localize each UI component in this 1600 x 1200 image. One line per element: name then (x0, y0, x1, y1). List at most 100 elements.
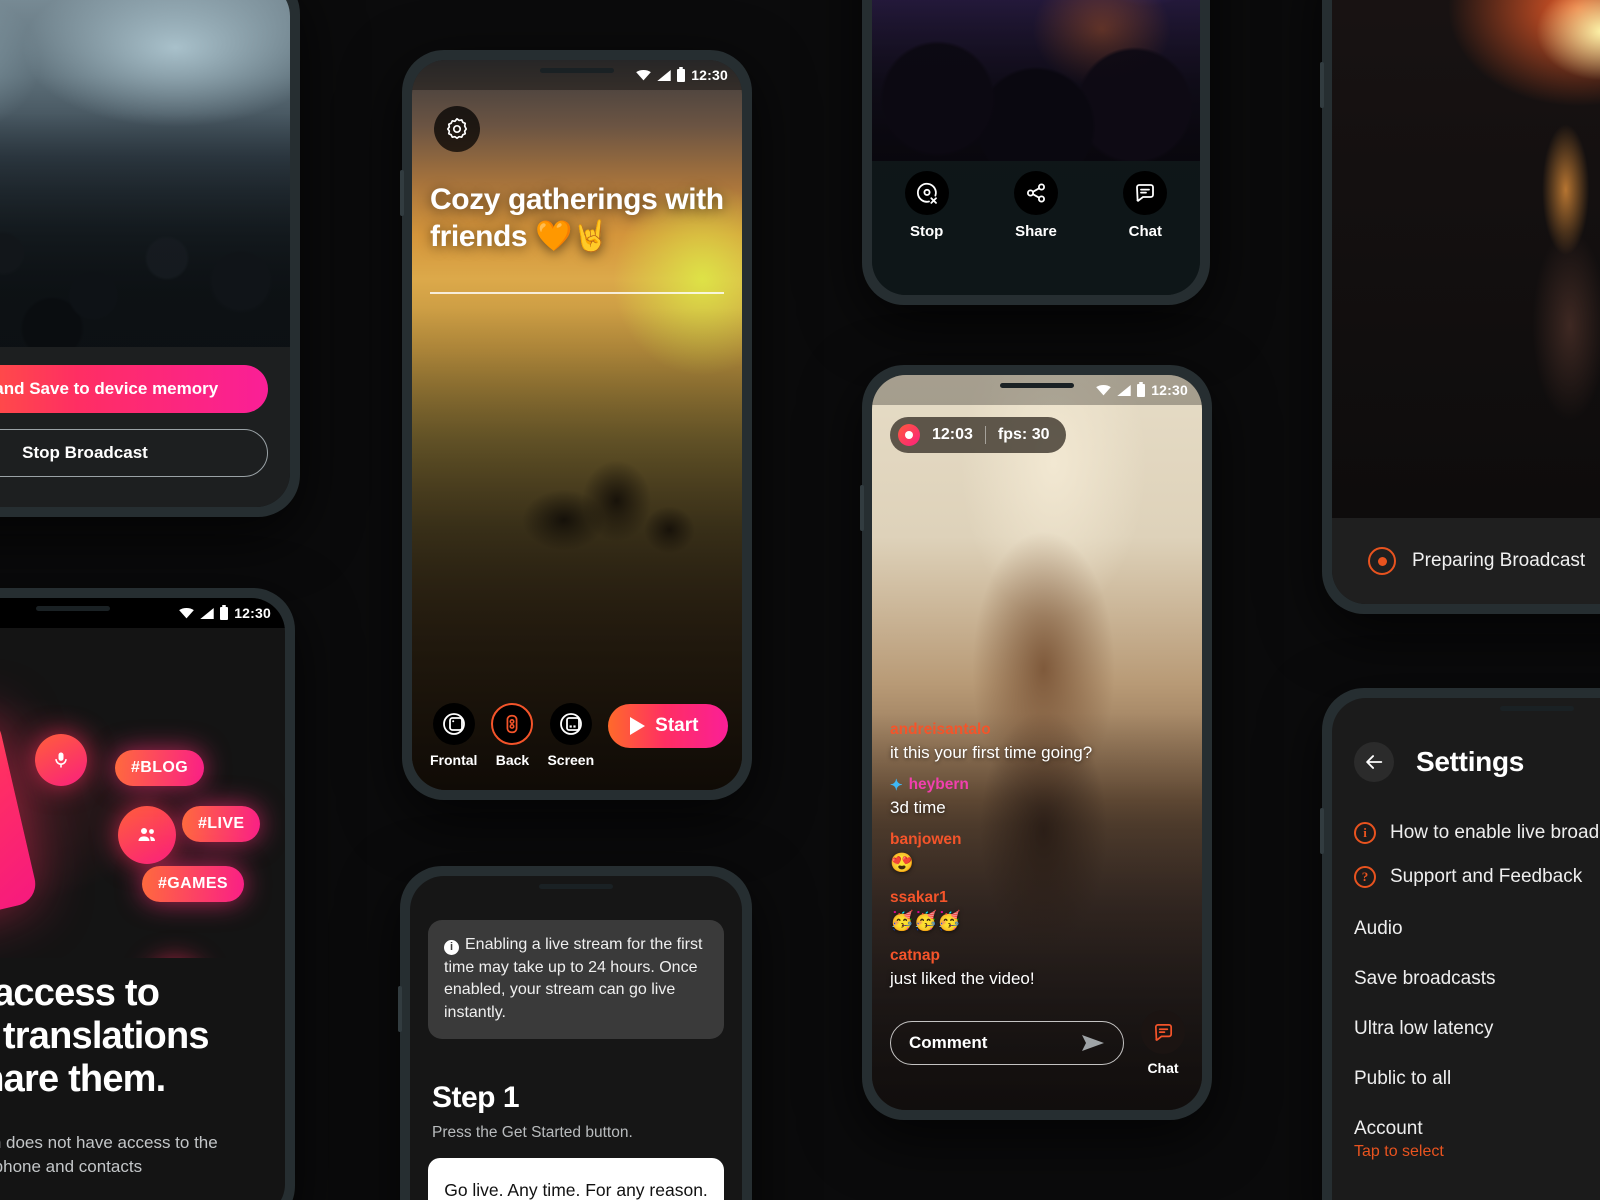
youtube-promo-card: Go live. Any time. For any reason. YouTu… (428, 1157, 724, 1200)
settings-link-how-to-enable[interactable]: i How to enable live broadcast (1354, 822, 1600, 844)
people-icon-bubble (118, 806, 176, 864)
camera-controls: Frontal Back Screen Start (412, 703, 742, 768)
stop-broadcast-button[interactable]: Stop Broadcast (0, 429, 268, 477)
settings-gear-button[interactable] (434, 106, 480, 152)
camera-option-label: Frontal (430, 752, 478, 768)
step-title: Step 1 (432, 1080, 520, 1114)
live-action-chat[interactable]: Chat (1112, 170, 1178, 240)
settings-row-audio[interactable]: Audio (1354, 918, 1600, 940)
share-icon (1013, 170, 1058, 215)
earpiece-speaker (1500, 705, 1574, 711)
stop-broadcast-actions: Stop and Save to device memory Stop Broa… (0, 347, 290, 507)
earpiece-speaker (539, 883, 613, 889)
camera-frontal-icon (432, 703, 475, 745)
screen-live-actions: Stop Share Chat (872, 0, 1200, 295)
notch-bar (410, 876, 742, 896)
chat-message: andreisantalo it this your first time go… (890, 721, 1184, 763)
camera-back-icon (491, 703, 534, 745)
settings-link-support[interactable]: ? Support and Feedback (1354, 866, 1600, 888)
concert-gradient (872, 0, 1200, 161)
chat-text: 😍 (890, 853, 914, 875)
screen-go-live: 12:30 Cozy gatherings with friends 🧡🤘 Fr… (412, 60, 742, 790)
chat-text: 🥳🥳🥳 (890, 911, 961, 932)
record-dot-icon (898, 424, 920, 446)
screen-live-chat: 12:30 12:03 fps: 30 andreisantalo it thi… (872, 375, 1202, 1110)
play-icon (630, 717, 646, 735)
permissions-copy: Allow access to create translations and … (0, 958, 285, 1180)
camera-option-label: Back (495, 752, 530, 768)
chat-message: catnap just liked the video! (890, 947, 1184, 989)
camera-option-screen[interactable]: Screen (547, 703, 594, 768)
phone-stop-broadcast: Stop and Save to device memory Stop Broa… (0, 0, 300, 517)
chat-username[interactable]: ssakar1 (890, 889, 1184, 907)
chat-toggle-button[interactable]: Chat (1136, 1010, 1190, 1076)
live-action-bar: Stop Share Chat (872, 160, 1200, 295)
phone-onboarding-step: i Enabling a live stream for the first ti… (398, 866, 752, 1200)
sunset-photo-image (412, 60, 742, 790)
step-subtitle: Press the Get Started button. (432, 1123, 633, 1141)
chat-username[interactable]: catnap (890, 947, 1184, 965)
settings-title: Settings (1416, 746, 1525, 777)
phone-go-live: 12:30 Cozy gatherings with friends 🧡🤘 Fr… (400, 50, 752, 800)
info-note: i Enabling a live stream for the first ti… (428, 920, 724, 1039)
screen-share-icon (549, 703, 592, 745)
camera-option-frontal[interactable]: Frontal (430, 703, 477, 768)
tag-live[interactable]: #LIVE (182, 806, 261, 842)
chat-message: ssakar1 🥳🥳🥳 (890, 889, 1184, 934)
settings-row-save-broadcasts[interactable]: Save broadcasts (1354, 968, 1600, 990)
permissions-heading: Allow access to create translations and … (0, 972, 210, 1100)
phone-preparing-broadcast: Preparing Broadcast (1320, 0, 1600, 614)
send-icon[interactable] (1081, 1033, 1105, 1053)
arrow-left-icon (1366, 755, 1383, 769)
start-broadcast-button[interactable]: Start (608, 704, 729, 748)
live-action-label: Chat (1128, 222, 1162, 240)
microphone-icon (55, 752, 67, 768)
stop-broadcast-photo (0, 0, 290, 347)
camera-option-back[interactable]: Back (491, 703, 534, 768)
notch-bar (412, 60, 742, 80)
tag-blog[interactable]: #BLOG (115, 750, 205, 786)
comment-placeholder: Comment (909, 1033, 988, 1052)
screen-preparing-broadcast: Preparing Broadcast (1332, 0, 1600, 604)
chat-text: just liked the video! (890, 968, 1035, 988)
earpiece-speaker (1000, 382, 1074, 388)
broadcast-title: Cozy gatherings with friends 🧡🤘 (430, 183, 724, 253)
stop-broadcast-icon (904, 170, 949, 215)
people-icon (138, 828, 155, 841)
settings-row-label: Ultra low latency (1354, 1018, 1494, 1039)
notch-bar (872, 375, 1202, 395)
info-note-text: Enabling a live stream for the first tim… (444, 936, 703, 1022)
concert-photo-image (872, 0, 1200, 161)
settings-row-ultra-low-latency[interactable]: Ultra low latency (1354, 1018, 1600, 1040)
chat-username[interactable]: ✦ heybern (890, 776, 1184, 794)
stop-and-save-button[interactable]: Stop and Save to device memory (0, 365, 268, 413)
notch-bar (0, 598, 285, 618)
chat-text: it this your first time going? (890, 742, 1093, 762)
settings-link-label: How to enable live broadcast (1390, 822, 1600, 843)
chat-username[interactable]: andreisantalo (890, 721, 1184, 739)
pill-divider (984, 426, 986, 444)
chat-icon (1141, 1010, 1185, 1054)
settings-row-label: Public to all (1354, 1068, 1452, 1089)
settings-row-public-to-all[interactable]: Public to all (1354, 1068, 1600, 1090)
help-icon: ? (1354, 866, 1376, 888)
settings-row-account[interactable]: Account Tap to select (1354, 1118, 1600, 1161)
tag-games[interactable]: #GAMES (142, 866, 244, 902)
comment-input[interactable]: Comment (890, 1021, 1124, 1065)
live-action-share[interactable]: Share (1003, 170, 1069, 240)
title-underline (430, 292, 724, 294)
lantern-gradient (1332, 0, 1600, 518)
chat-icon (1123, 170, 1168, 215)
settings-row-sublabel: Tap to select (1354, 1143, 1444, 1160)
earpiece-speaker (35, 605, 110, 611)
screen-settings: Settings i How to enable live broadcast … (1332, 698, 1600, 1200)
back-button[interactable] (1354, 742, 1394, 782)
settings-row-label: Account (1354, 1118, 1423, 1139)
live-action-stop[interactable]: Stop (894, 170, 960, 240)
settings-link-label: Support and Feedback (1390, 866, 1583, 887)
settings-row-label: Save broadcasts (1354, 968, 1496, 989)
permissions-body: The application does not have access to … (0, 1132, 218, 1177)
screen-permissions: 12:30 #BLOG #LIVE #GAMES access to trans… (0, 598, 285, 1200)
screen-onboarding-step: i Enabling a live stream for the first ti… (410, 876, 742, 1200)
chat-username[interactable]: banjowen (890, 831, 1184, 849)
